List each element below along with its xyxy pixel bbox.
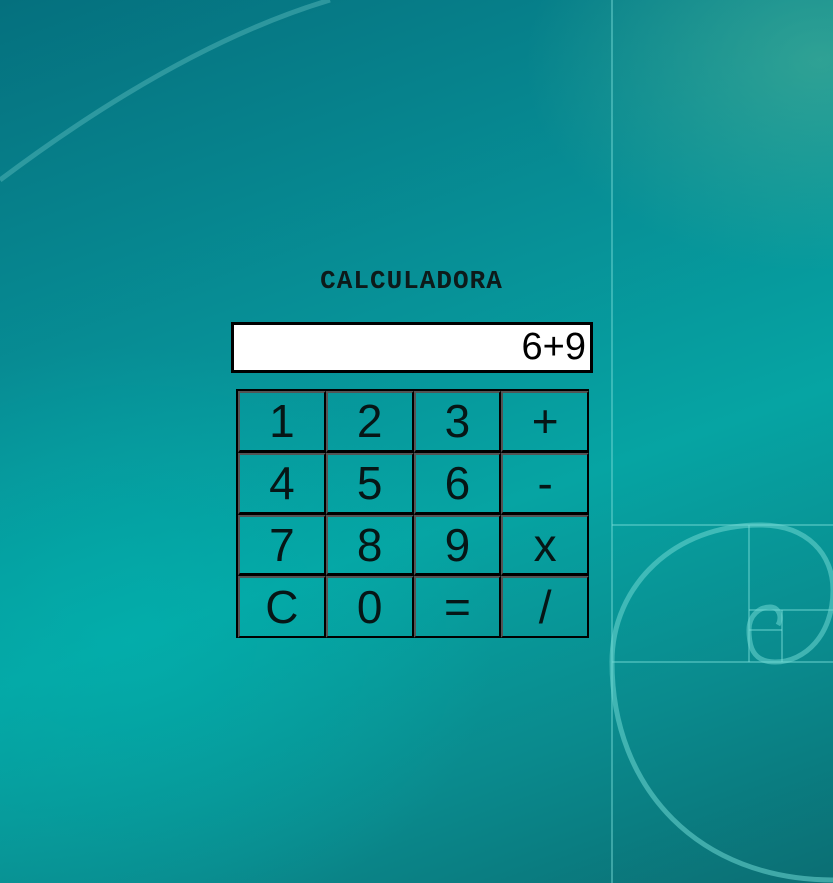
key-3-button[interactable]: 3	[413, 391, 502, 453]
key-4-button[interactable]: 4	[238, 452, 326, 515]
key-6-button[interactable]: 6	[413, 452, 502, 515]
key-minus-button[interactable]: -	[501, 452, 589, 515]
key-2-button[interactable]: 2	[325, 391, 414, 453]
key-8-button[interactable]: 8	[325, 514, 414, 577]
key-7-button[interactable]: 7	[238, 514, 326, 577]
key-9-button[interactable]: 9	[413, 514, 502, 577]
display-field[interactable]	[231, 322, 593, 373]
key-divide-button[interactable]: /	[501, 576, 589, 638]
key-clear-button[interactable]: C	[238, 576, 326, 638]
app-title: CALCULADORA	[320, 266, 503, 296]
key-5-button[interactable]: 5	[325, 452, 414, 515]
key-0-button[interactable]: 0	[325, 576, 414, 638]
key-equals-button[interactable]: =	[413, 576, 502, 638]
key-plus-button[interactable]: +	[501, 391, 589, 453]
key-1-button[interactable]: 1	[238, 391, 326, 453]
keypad: 1 2 3 +4 5 6- 7 8 9 x C 0 = /	[236, 389, 589, 638]
key-multiply-button[interactable]: x	[501, 514, 589, 577]
